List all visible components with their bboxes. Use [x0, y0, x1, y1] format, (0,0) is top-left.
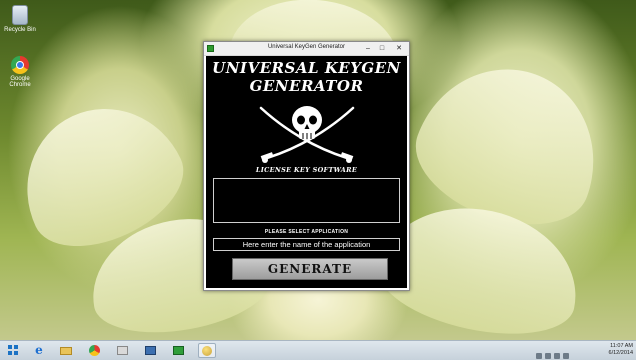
- file-explorer-icon[interactable]: [57, 343, 75, 358]
- desktop-icon-label: Recycle Bin: [4, 27, 36, 33]
- tray-icon[interactable]: [554, 353, 560, 359]
- heading-line-1: UNIVERSAL KEYGEN: [212, 59, 401, 77]
- recycle-bin-icon: [12, 5, 28, 25]
- clock-date: 6/12/2014: [608, 350, 633, 356]
- tray-icon[interactable]: [545, 353, 551, 359]
- heading-line-2: GENERATOR: [249, 77, 364, 95]
- keygen-window: Universal KeyGen Generator – □ ✕ UNIVERS…: [203, 41, 410, 291]
- taskbar-app-icon[interactable]: [170, 343, 188, 358]
- start-button[interactable]: [4, 343, 22, 358]
- system-tray[interactable]: [536, 346, 596, 359]
- skull-crossed-swords-icon: [259, 106, 355, 163]
- minimize-button[interactable]: –: [361, 42, 375, 55]
- keygen-taskbar-icon[interactable]: [198, 343, 216, 358]
- taskbar: e 11:07 AM 6/12/2014: [0, 340, 636, 360]
- internet-explorer-icon[interactable]: e: [30, 343, 48, 358]
- window-titlebar[interactable]: Universal KeyGen Generator – □ ✕: [204, 42, 409, 56]
- tagline: LICENSE KEY SOFTWARE: [255, 166, 358, 174]
- chrome-taskbar-icon[interactable]: [86, 343, 104, 358]
- desktop-icon-recycle-bin[interactable]: Recycle Bin: [0, 5, 40, 33]
- maximize-button[interactable]: □: [375, 42, 389, 55]
- chrome-icon: [11, 56, 29, 74]
- tray-icon[interactable]: [563, 353, 569, 359]
- license-key-output[interactable]: [213, 178, 400, 223]
- taskbar-clock[interactable]: 11:07 AM 6/12/2014: [595, 343, 633, 357]
- window-client-area: UNIVERSAL KEYGEN GENERATOR LICENSE KEY S…: [206, 56, 407, 288]
- tray-icon[interactable]: [536, 353, 542, 359]
- close-button[interactable]: ✕: [389, 42, 409, 55]
- taskbar-app-icon[interactable]: [114, 343, 132, 358]
- application-name-input[interactable]: [213, 238, 400, 251]
- generate-button[interactable]: GENERATE: [232, 258, 388, 280]
- select-application-label: PLEASE SELECT APPLICATION: [264, 229, 349, 235]
- windows-logo-icon: [8, 345, 18, 355]
- desktop-icon-label: Google Chrome: [9, 76, 31, 88]
- desktop-icon-google-chrome[interactable]: Google Chrome: [0, 56, 40, 88]
- clock-time: 11:07 AM: [610, 343, 633, 349]
- taskbar-app-icon[interactable]: [142, 343, 160, 358]
